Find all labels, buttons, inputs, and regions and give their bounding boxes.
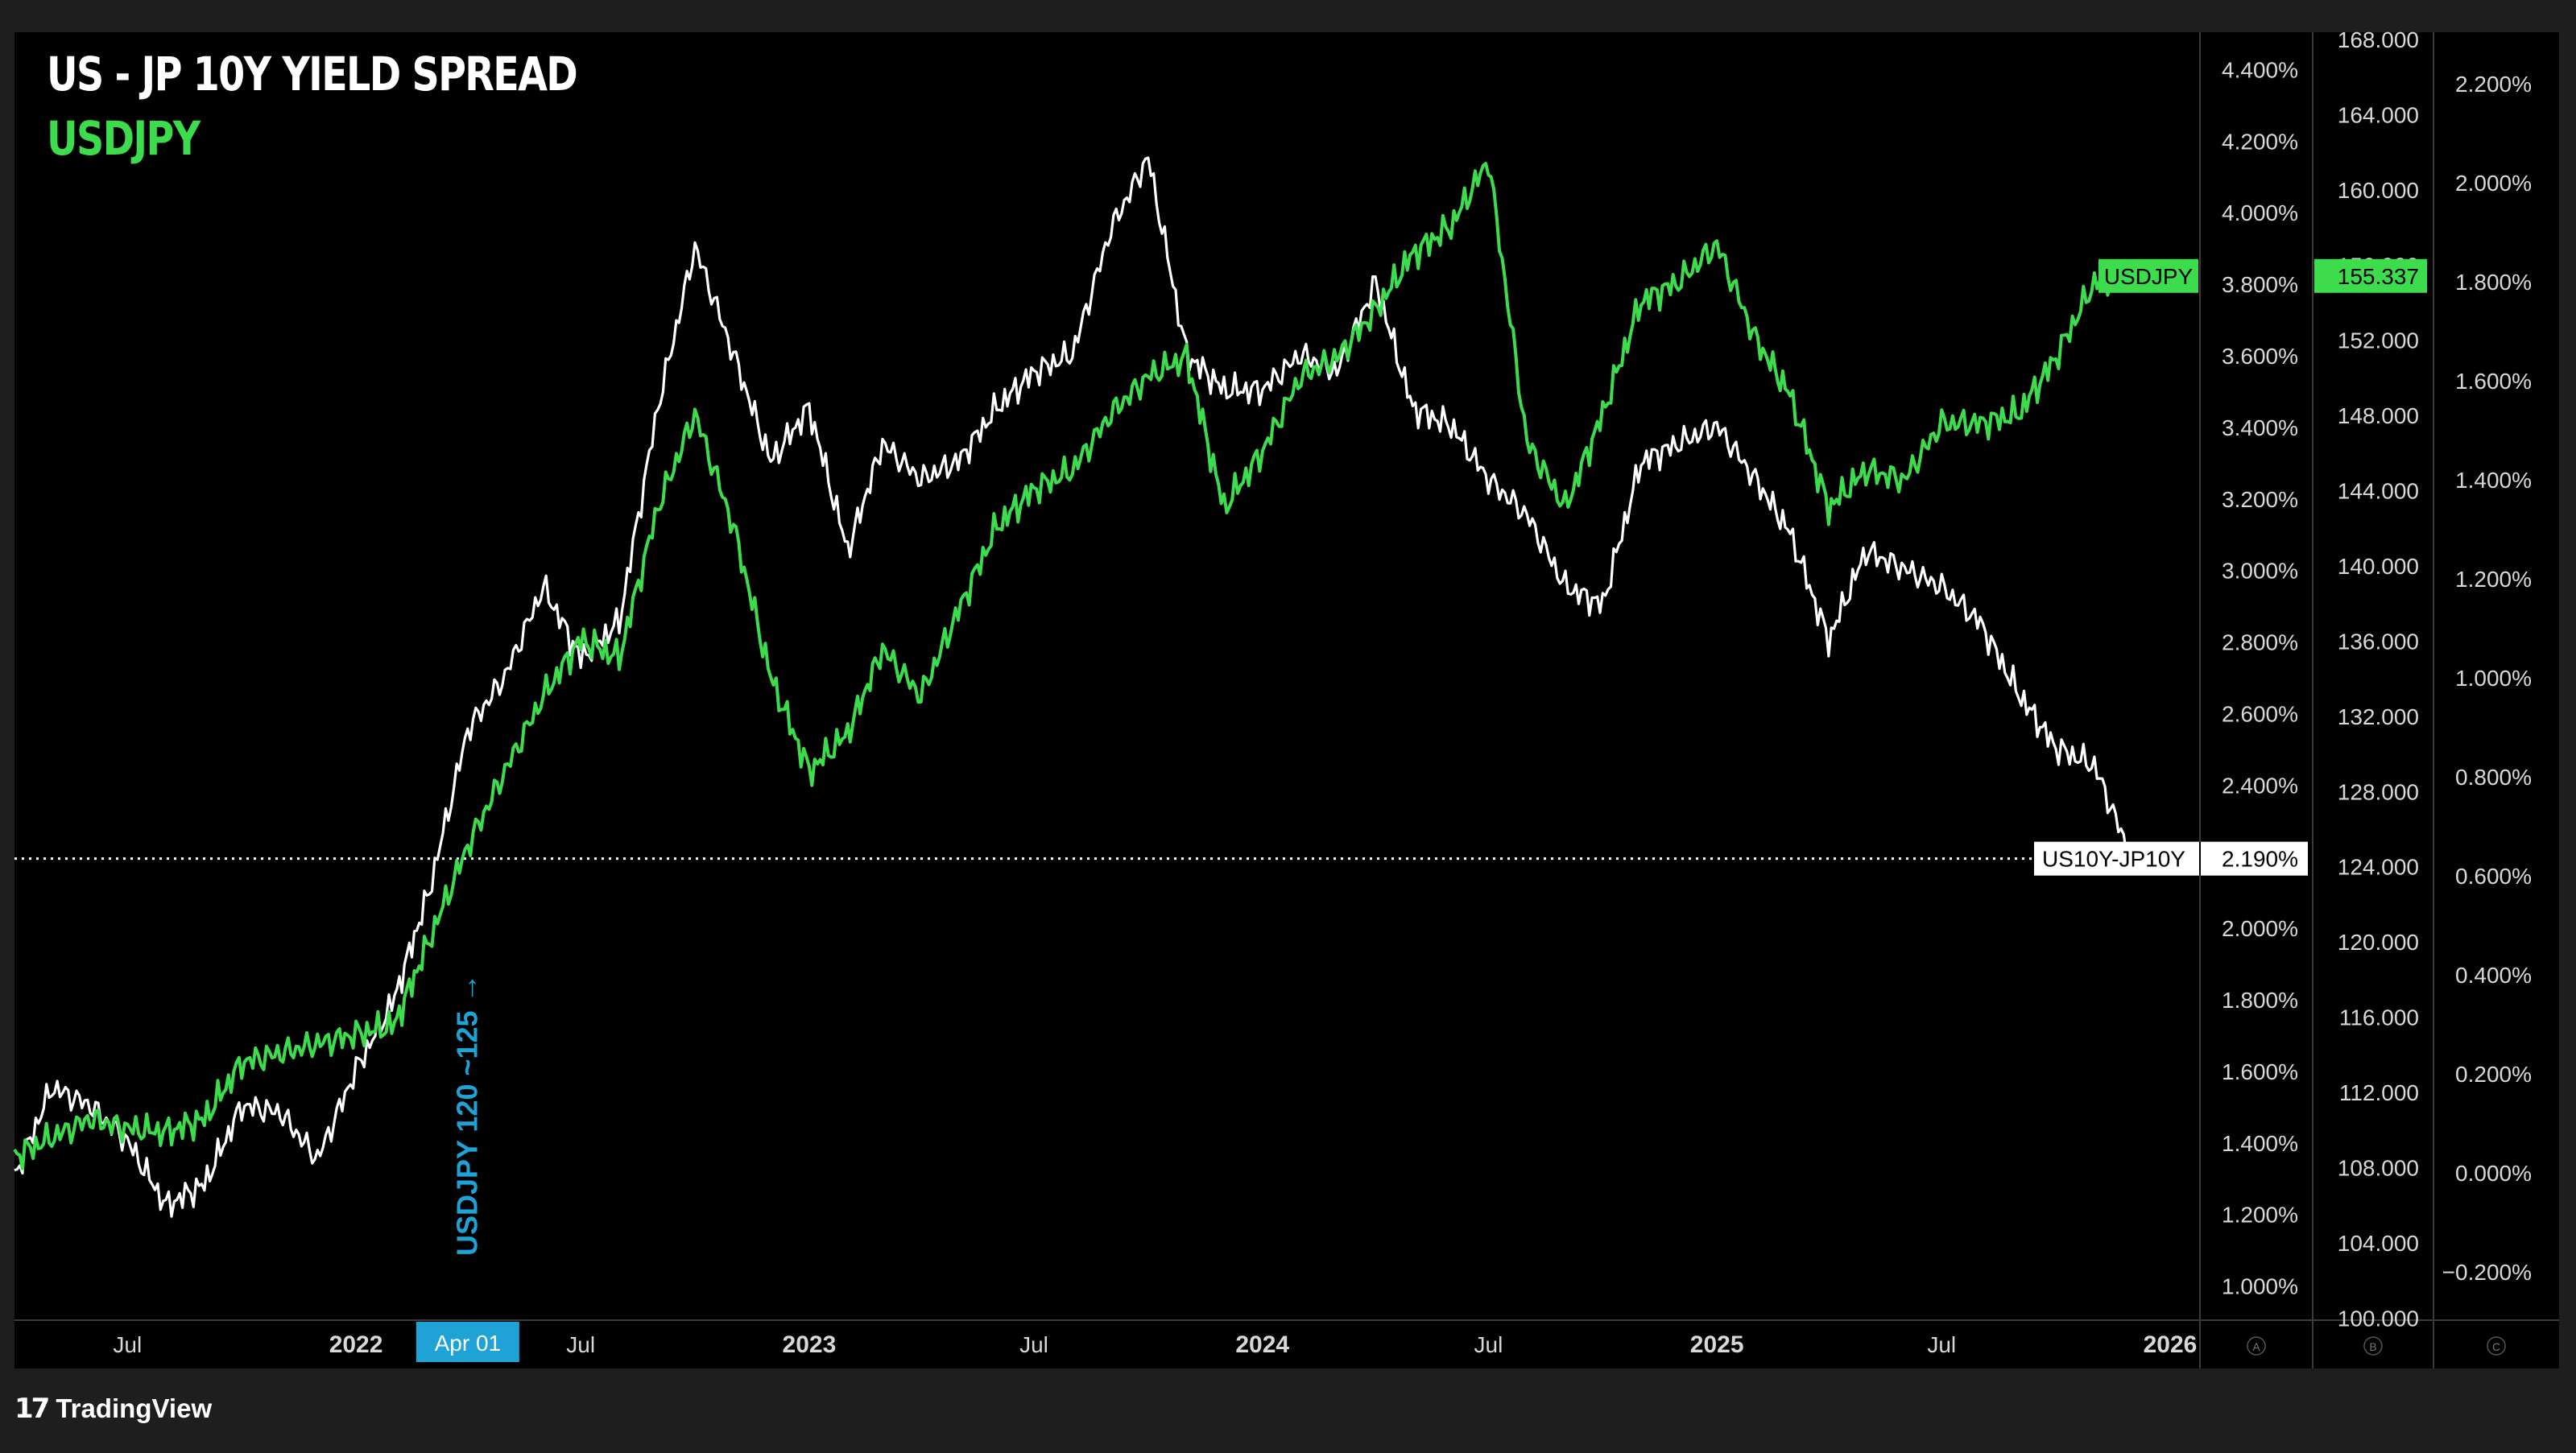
- axis-c-tick-label: 2.000%: [2455, 171, 2532, 196]
- spread-last-value-tag: 2.190%: [2222, 847, 2298, 872]
- axis-b-tick-label: 132.000: [2338, 704, 2419, 729]
- axis-b-tick-label: 128.000: [2338, 779, 2419, 804]
- axis-b-tick-label: 124.000: [2338, 855, 2419, 880]
- axis-a-tick-label: 1.800%: [2222, 988, 2298, 1013]
- axis-c-tick-label: 1.200%: [2455, 567, 2532, 592]
- axis-a-tick-label: 2.800%: [2222, 630, 2298, 655]
- axis-a-tick-label: 2.400%: [2222, 773, 2298, 798]
- axis-b-tick-label: 140.000: [2338, 554, 2419, 579]
- x-axis-tick-label: 2022: [329, 1331, 383, 1358]
- axis-a-tick-label: 4.000%: [2222, 200, 2298, 225]
- x-axis-tick-label: Jul: [113, 1332, 142, 1357]
- axis-b-tick-label: 100.000: [2338, 1306, 2419, 1331]
- axis-a-tick-label: 1.600%: [2222, 1059, 2298, 1084]
- axis-c-tick-label: 1.000%: [2455, 666, 2532, 691]
- axis-a-tick-label: 1.200%: [2222, 1203, 2298, 1228]
- axis-a-tick-label: 3.800%: [2222, 272, 2298, 297]
- axis-c-tick-label: −0.200%: [2442, 1260, 2532, 1285]
- x-axis-tick-label: 2024: [1235, 1331, 1289, 1358]
- x-axis-tick-label: 2023: [783, 1331, 837, 1358]
- spread-name-tag: US10Y-JP10Y: [2042, 847, 2185, 872]
- axis-b-tick-label: 164.000: [2338, 102, 2419, 127]
- axis-b-tick-label: 144.000: [2338, 479, 2419, 504]
- chart-title: US - JP 10Y YIELD SPREAD: [47, 47, 578, 101]
- axis-footer-label: B: [2369, 1340, 2376, 1353]
- axis-b-tick-label: 104.000: [2338, 1231, 2419, 1256]
- x-axis-tick-label: Jul: [566, 1332, 595, 1357]
- chart-background: [14, 32, 2559, 1368]
- x-axis-tick-label: Jul: [1474, 1332, 1503, 1357]
- axis-b-tick-label: 152.000: [2338, 328, 2419, 353]
- axis-c-tick-label: 2.200%: [2455, 72, 2532, 97]
- axis-c-tick-label: 0.000%: [2455, 1161, 2532, 1186]
- x-axis-tick-label: 2026: [2144, 1331, 2198, 1358]
- axis-b-tick-label: 116.000: [2339, 1005, 2419, 1030]
- axis-a-tick-label: 2.000%: [2222, 916, 2298, 941]
- axis-b-tick-label: 148.000: [2338, 403, 2419, 428]
- x-axis-tick-label: Jul: [1927, 1332, 1956, 1357]
- axis-a-tick-label: 1.000%: [2222, 1274, 2298, 1299]
- yield-spread-chart: USDJPY 120 ~125 → 4.400% 4.200% 4.000% 3.80…: [13, 27, 2559, 1368]
- chart-subtitle: USDJPY: [47, 111, 201, 166]
- usdjpy-name-tag: USDJPY: [2104, 264, 2194, 289]
- brand-name: TradingView: [56, 1393, 213, 1423]
- axis-b-tick-label: 160.000: [2338, 178, 2419, 203]
- axis-a-tick-label: 3.000%: [2222, 559, 2298, 584]
- axis-c-tick-label: 0.800%: [2455, 765, 2532, 790]
- axis-a-tick-label: 4.200%: [2222, 129, 2298, 154]
- x-axis-tick-label: Jul: [1019, 1332, 1048, 1357]
- axis-b-tick-label: 168.000: [2338, 27, 2419, 52]
- usdjpy-last-value-tag: 155.337: [2338, 264, 2419, 289]
- chart-container: USDJPY 120 ~125 → 4.400% 4.200% 4.000% 3.80…: [0, 0, 2576, 1449]
- branding[interactable]: 17 TradingView: [14, 1393, 212, 1425]
- axis-a-tick-label: 3.400%: [2222, 415, 2298, 440]
- axis-c-tick-label: 0.200%: [2455, 1062, 2532, 1087]
- axis-a-tick-label: 2.600%: [2222, 701, 2298, 726]
- axis-b-tick-label: 120.000: [2338, 930, 2419, 955]
- axis-footer-label: A: [2252, 1340, 2260, 1353]
- axis-b-tick-label: 108.000: [2338, 1155, 2419, 1180]
- axis-a-tick-label: 3.200%: [2222, 487, 2298, 512]
- axis-c-tick-label: 0.600%: [2455, 864, 2532, 889]
- axis-a-tick-label: 1.400%: [2222, 1131, 2298, 1156]
- x-axis-tick-label: 2025: [1690, 1331, 1744, 1358]
- x-axis-crosshair-label: Apr 01: [435, 1331, 502, 1356]
- tradingview-logo-icon: 17: [14, 1393, 50, 1425]
- axis-c-tick-label: 0.400%: [2455, 963, 2532, 988]
- axis-c-tick-label: 1.800%: [2455, 270, 2532, 295]
- axis-a-tick-label: 4.400%: [2222, 57, 2298, 82]
- axis-b-tick-label: 136.000: [2338, 629, 2419, 654]
- axis-a-tick-label: 3.600%: [2222, 344, 2298, 369]
- axis-c-tick-label: 1.600%: [2455, 369, 2532, 394]
- axis-b-tick-label: 112.000: [2339, 1080, 2419, 1105]
- axis-c-tick-label: 1.400%: [2455, 468, 2532, 493]
- axis-footer-label: C: [2492, 1340, 2500, 1353]
- annotation-usdjpy-range: USDJPY 120 ~125 →: [450, 973, 483, 1256]
